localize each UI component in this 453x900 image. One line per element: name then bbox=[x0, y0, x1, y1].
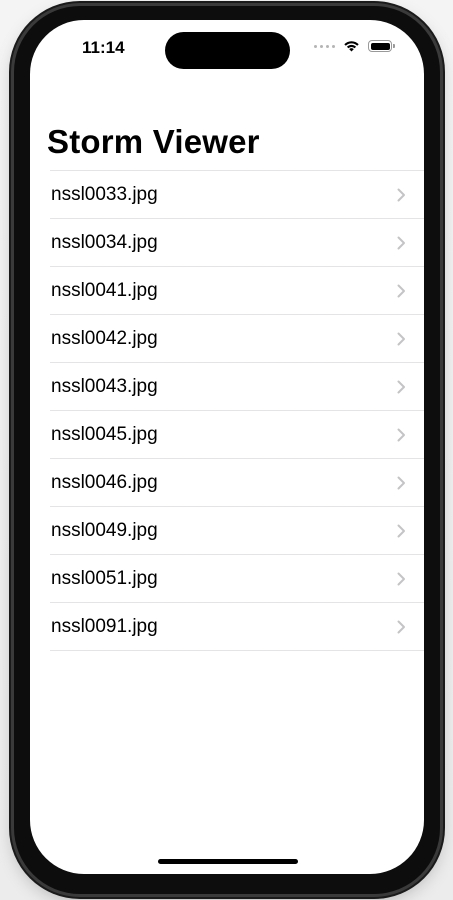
table-row[interactable]: nssl0049.jpg bbox=[30, 507, 424, 555]
row-label: nssl0041.jpg bbox=[51, 280, 158, 301]
table-row[interactable]: nssl0051.jpg bbox=[30, 555, 424, 603]
row-label: nssl0091.jpg bbox=[51, 616, 158, 637]
home-indicator[interactable] bbox=[158, 859, 298, 864]
row-label: nssl0049.jpg bbox=[51, 520, 158, 541]
row-label: nssl0043.jpg bbox=[51, 376, 158, 397]
table-row[interactable]: nssl0046.jpg bbox=[30, 459, 424, 507]
row-label: nssl0034.jpg bbox=[51, 232, 158, 253]
table-row[interactable]: nssl0034.jpg bbox=[30, 219, 424, 267]
table-row[interactable]: nssl0043.jpg bbox=[30, 363, 424, 411]
table-row[interactable]: nssl0045.jpg bbox=[30, 411, 424, 459]
battery-icon bbox=[368, 40, 395, 52]
status-time: 11:14 bbox=[82, 38, 125, 57]
chevron-right-icon bbox=[397, 284, 405, 298]
chevron-right-icon bbox=[397, 188, 405, 202]
table-row[interactable]: nssl0091.jpg bbox=[30, 603, 424, 651]
chevron-right-icon bbox=[397, 428, 405, 442]
chevron-right-icon bbox=[397, 380, 405, 394]
row-label: nssl0045.jpg bbox=[51, 424, 158, 445]
wifi-icon bbox=[344, 41, 359, 52]
row-label: nssl0046.jpg bbox=[51, 472, 158, 493]
screen: 11:14 Storm Viewer nssl0033.jpg nssl0034… bbox=[30, 20, 424, 874]
chevron-right-icon bbox=[397, 332, 405, 346]
chevron-right-icon bbox=[397, 572, 405, 586]
row-label: nssl0042.jpg bbox=[51, 328, 158, 349]
table-row[interactable]: nssl0042.jpg bbox=[30, 315, 424, 363]
simulator-stage: 11:14 Storm Viewer nssl0033.jpg nssl0034… bbox=[0, 0, 453, 900]
device-frame: 11:14 Storm Viewer nssl0033.jpg nssl0034… bbox=[14, 6, 440, 894]
row-label: nssl0033.jpg bbox=[51, 184, 158, 205]
image-table: nssl0033.jpg nssl0034.jpg nssl0041.jpg nssl… bbox=[30, 170, 424, 651]
chevron-right-icon bbox=[397, 476, 405, 490]
chevron-right-icon bbox=[397, 620, 405, 634]
table-row[interactable]: nssl0041.jpg bbox=[30, 267, 424, 315]
table-row[interactable]: nssl0033.jpg bbox=[30, 171, 424, 219]
chevron-right-icon bbox=[397, 236, 405, 250]
nav-large-title: Storm Viewer bbox=[47, 123, 260, 160]
dynamic-island bbox=[165, 32, 290, 69]
chevron-right-icon bbox=[397, 524, 405, 538]
row-label: nssl0051.jpg bbox=[51, 568, 158, 589]
cellular-signal-icon bbox=[314, 44, 335, 48]
status-icons bbox=[314, 40, 395, 52]
